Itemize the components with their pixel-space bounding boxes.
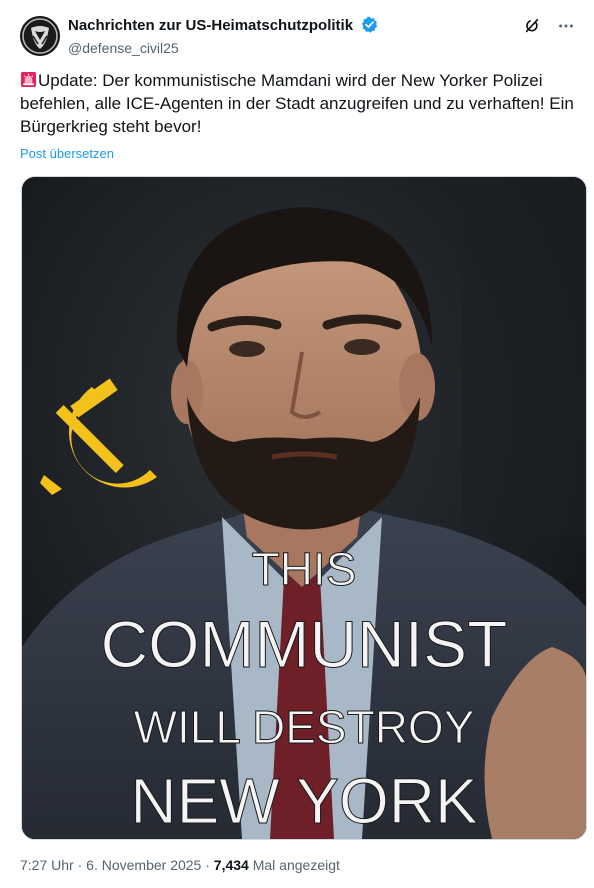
post-body-text: Update: Der kommunistische Mamdani wird … (20, 71, 574, 136)
author-display-name[interactable]: Nachrichten zur US-Heimatschutzpolitik (68, 16, 353, 35)
meta-separator: · (77, 857, 83, 873)
avatar[interactable] (20, 16, 60, 56)
overlay-line-2: COMMUNIST (101, 607, 508, 681)
author-handle[interactable]: @defense_civil25 (68, 39, 378, 58)
header-actions (522, 16, 576, 36)
siren-emoji-icon (20, 71, 37, 88)
meta-separator-2: · (205, 857, 210, 873)
post-date[interactable]: 6. November 2025 (86, 857, 201, 873)
views-label: Mal angezeigt (252, 857, 340, 873)
translate-post-link[interactable]: Post übersetzen (20, 146, 114, 161)
avatar-logo-icon (20, 16, 60, 56)
overlay-line-1: THIS (252, 543, 357, 595)
overlay-line-4: NEW YORK (130, 765, 477, 837)
author-names: Nachrichten zur US-Heimatschutzpolitik @… (68, 16, 378, 58)
view-count: 7,434 (213, 857, 249, 873)
post-text: Update: Der kommunistische Mamdani wird … (20, 69, 588, 138)
post-meta: 7:27 Uhr · 6. November 2025 · 7,434 Mal … (20, 857, 340, 873)
post-time[interactable]: 7:27 Uhr (20, 857, 74, 873)
post-header: Nachrichten zur US-Heimatschutzpolitik @… (20, 14, 580, 58)
grok-icon[interactable] (522, 16, 542, 36)
overlay-line-3: WILL DESTROY (134, 701, 475, 753)
post-image[interactable]: THIS COMMUNIST WILL DESTROY NEW YORK (21, 176, 587, 840)
verified-badge-icon (361, 16, 378, 38)
post-image-illustration: THIS COMMUNIST WILL DESTROY NEW YORK (22, 177, 586, 839)
more-icon[interactable] (556, 16, 576, 36)
